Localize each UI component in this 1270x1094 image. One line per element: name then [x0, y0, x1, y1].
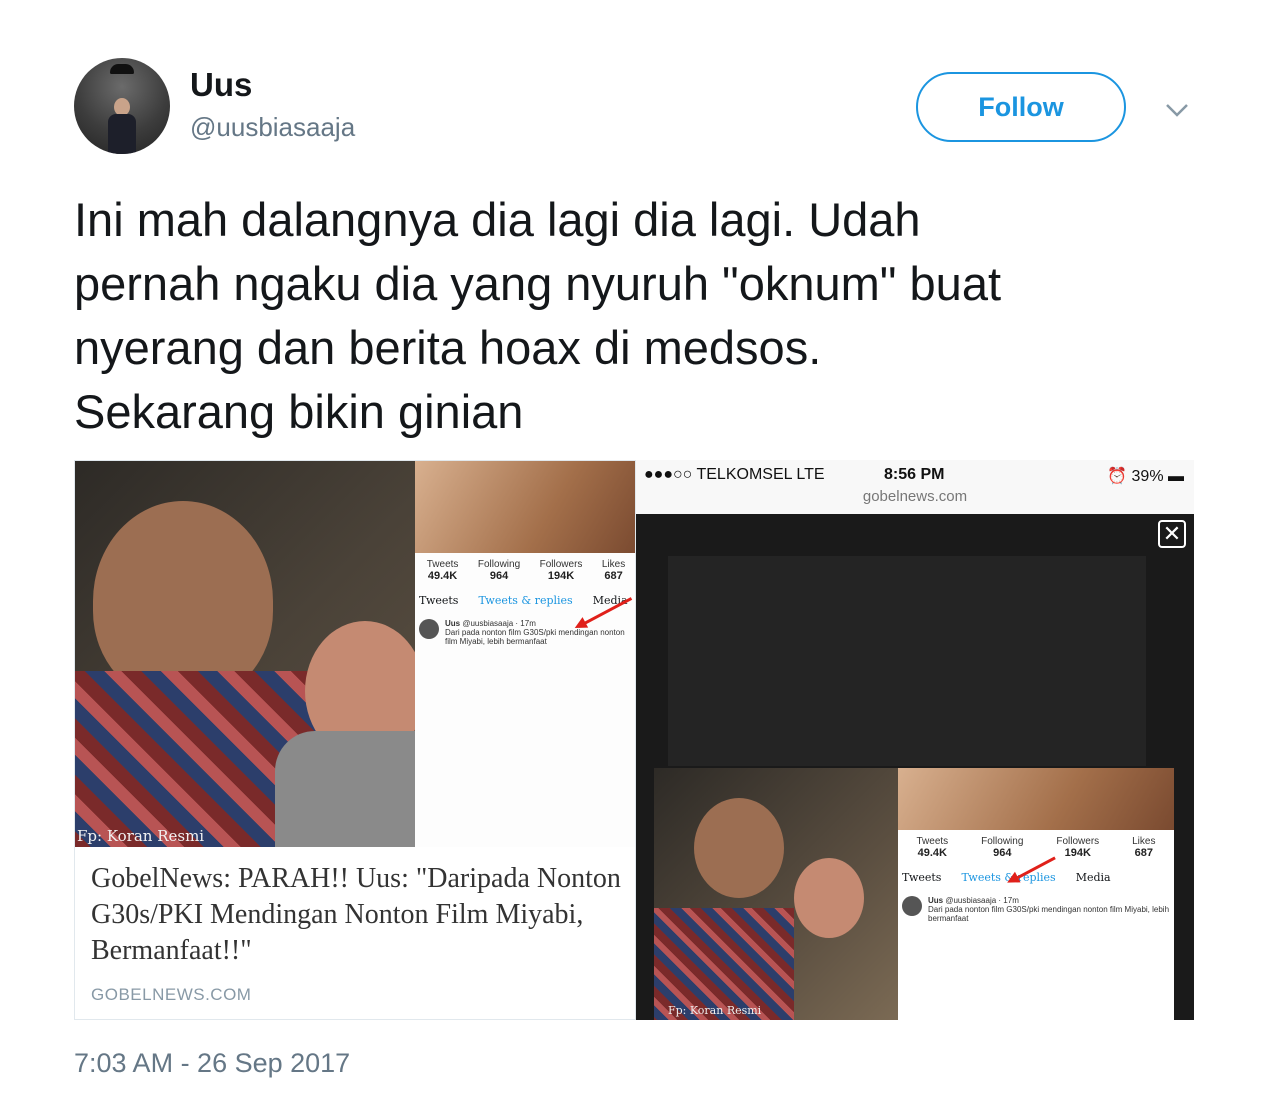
dimmed-background: [668, 556, 1146, 766]
tweet-line: pernah ngaku dia yang nyuruh "oknum" bua…: [74, 257, 1002, 310]
tab-tweets: Tweets: [902, 871, 942, 884]
status-bar: ●●●○○ TELKOMSEL LTE 8:56 PM ⏰ 39% ▬ gobe…: [636, 460, 1194, 514]
stat-label: Following: [981, 836, 1024, 847]
headline-line: GobelNews: PARAH!! Uus: "Daripada Nonton: [91, 863, 621, 894]
tweet-timestamp[interactable]: 7:03 AM - 26 Sep 2017: [74, 1048, 350, 1079]
embedded-author: Uus: [928, 896, 944, 905]
stat-label: Following: [477, 559, 521, 570]
stat-likes: Likes 687: [602, 559, 625, 582]
profile-tabs: Tweets Tweets & replies Media: [415, 582, 635, 607]
tweet-line: nyerang dan berita hoax di medsos.: [74, 321, 822, 374]
avatar-torso: [108, 114, 136, 154]
lightbox-profile-screenshot: Tweets 49.4K Following 964 Followers 194K L…: [898, 768, 1174, 1020]
stat-value: 964: [993, 847, 1012, 859]
profile-tabs: Tweets Tweets & replies Media: [898, 859, 1174, 884]
embedded-text: Dari pada nonton film G30S/pki mendingan…: [928, 905, 1170, 923]
stat-label: Likes: [601, 559, 626, 570]
photo-woman: [794, 858, 864, 938]
lightbox-photo: Fp: Koran Resmi: [654, 768, 898, 1020]
embedded-author: Uus: [445, 619, 461, 628]
stat-following: Following 964: [981, 836, 1023, 859]
photo-man: [694, 798, 784, 898]
photo-watermark: Fp: Koran Resmi: [668, 1004, 762, 1017]
tweet-line: Ini mah dalangnya dia lagi dia lagi. Uda…: [74, 193, 921, 246]
tweet-text: Ini mah dalangnya dia lagi dia lagi. Uda…: [74, 188, 1214, 444]
embedded-avatar: [419, 619, 439, 639]
photo-watermark: Fp: Koran Resmi: [77, 827, 205, 845]
chevron-down-icon[interactable]: [1163, 96, 1191, 124]
embedded-handle: @uusbiasaaja · 17m: [462, 619, 536, 628]
link-card[interactable]: Fp: Koran Resmi Tweets 49.4K Following 964…: [74, 460, 636, 1020]
battery-indicator: ⏰ 39% ▬: [1107, 468, 1184, 485]
stat-value: 687: [604, 570, 623, 582]
browser-url: gobelnews.com: [862, 488, 968, 505]
lightbox-image: Fp: Koran Resmi Tweets 49.4K Following 964…: [654, 768, 1174, 1020]
stat-tweets: Tweets 49.4K: [427, 559, 459, 582]
card-domain[interactable]: GOBELNEWS.COM: [91, 985, 251, 1005]
profile-screenshot: Tweets 49.4K Following 964 Followers 194K L…: [415, 461, 635, 847]
phone-screenshot[interactable]: ●●●○○ TELKOMSEL LTE 8:56 PM ⏰ 39% ▬ gobe…: [636, 460, 1194, 1020]
stat-value: 964: [489, 570, 509, 582]
stat-label: Followers: [1056, 836, 1100, 847]
embedded-text: Dari pada nonton film G30S/pki mendingan…: [445, 628, 625, 646]
stat-value: 194K: [547, 570, 575, 582]
headline-line: Bermanfaat!!": [91, 935, 252, 966]
stat-value: 49.4K: [427, 570, 458, 582]
status-time: 8:56 PM: [884, 466, 945, 483]
stat-likes: Likes 687: [1132, 836, 1155, 859]
carrier-text: ●●●○○ TELKOMSEL LTE: [644, 466, 825, 483]
stat-label: Likes: [1132, 836, 1156, 847]
embedded-handle: @uusbiasaaja · 17m: [945, 896, 1019, 905]
embedded-tweet: Uus @uusbiasaaja · 17m Dari pada nonton …: [898, 884, 1174, 923]
profile-header-image: [898, 768, 1174, 830]
user-handle[interactable]: @uusbiasaaja: [190, 112, 355, 143]
stat-following: Following 964: [478, 559, 520, 582]
headline-line: G30s/PKI Mendingan Nonton Film Miyabi,: [91, 899, 584, 930]
card-headline[interactable]: GobelNews: PARAH!! Uus: "Daripada Nonton…: [91, 861, 631, 969]
stat-followers: Followers 194K: [1056, 836, 1099, 859]
embedded-avatar: [902, 896, 922, 916]
stat-label: Tweets: [916, 836, 949, 847]
tab-tweets-replies: Tweets & replies: [478, 594, 573, 607]
tab-tweets: Tweets: [419, 594, 459, 607]
stat-label: Followers: [539, 559, 583, 570]
follow-button[interactable]: Follow: [916, 72, 1126, 142]
display-name[interactable]: Uus: [190, 66, 252, 104]
card-photo: Fp: Koran Resmi Tweets 49.4K Following 964…: [75, 461, 635, 847]
profile-stats: Tweets 49.4K Following 964 Followers 194K L…: [415, 553, 635, 582]
stat-value: 194K: [1064, 847, 1091, 859]
avatar[interactable]: [74, 58, 170, 154]
profile-stats: Tweets 49.4K Following 964 Followers 194K L…: [898, 830, 1174, 859]
stat-followers: Followers 194K: [540, 559, 583, 582]
close-icon[interactable]: ✕: [1158, 520, 1186, 548]
profile-header-image: [415, 461, 635, 553]
stat-value: 687: [1134, 847, 1153, 859]
stat-tweets: Tweets 49.4K: [916, 836, 948, 859]
tab-media: Media: [1075, 871, 1111, 884]
lamp-shape: [110, 64, 134, 74]
tweet-line: Sekarang bikin ginian: [74, 385, 524, 438]
stat-value: 49.4K: [917, 847, 947, 859]
stat-label: Tweets: [426, 559, 459, 570]
